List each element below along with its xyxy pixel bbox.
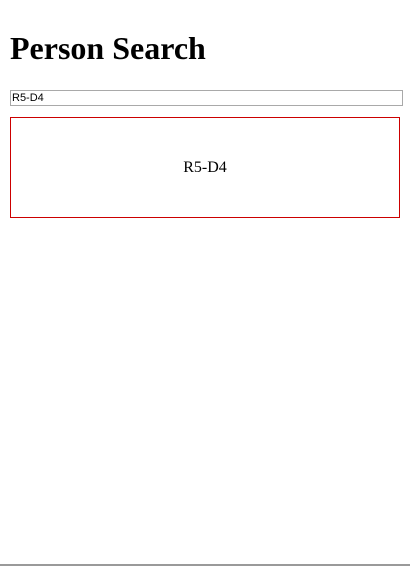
person-result-card[interactable]: R5-D4 — [10, 117, 400, 218]
person-search-page: Person Search R5-D4 — [0, 0, 410, 566]
person-name: R5-D4 — [183, 158, 227, 176]
page-title: Person Search — [10, 30, 206, 66]
search-input[interactable] — [10, 90, 403, 106]
